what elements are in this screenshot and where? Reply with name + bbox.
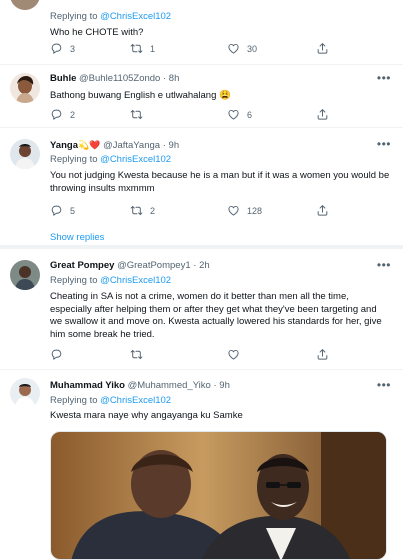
more-icon[interactable]: ••• — [377, 379, 391, 391]
more-icon[interactable]: ••• — [377, 259, 391, 271]
tweet[interactable]: Replying to @ChrisExcel102 Who he CHOTE … — [0, 0, 403, 65]
timestamp[interactable]: 9h — [169, 140, 180, 151]
heart-icon — [227, 204, 240, 217]
like-button[interactable]: 128 — [227, 204, 262, 217]
separator-dot: · — [193, 260, 197, 271]
tweet-text: Kwesta mara naye why angayanga ku Samke — [50, 410, 243, 421]
photo-image — [51, 432, 386, 559]
replying-to-label: Replying to — [50, 154, 101, 165]
separator-dot: · — [213, 380, 217, 391]
avatar[interactable] — [10, 73, 40, 103]
tweet-header: Muhammad Yiko @Muhammed_Yiko · 9h — [50, 380, 393, 392]
replying-to: Replying to @ChrisExcel102 — [50, 11, 393, 23]
mention-link[interactable]: @ChrisExcel102 — [100, 275, 171, 286]
heart-icon — [227, 108, 240, 121]
reply-icon — [50, 204, 63, 217]
tweet-text: You not judging Kwesta because he is a m… — [50, 170, 390, 194]
reply-icon — [50, 108, 63, 121]
share-icon — [316, 204, 329, 217]
share-button[interactable] — [316, 348, 329, 361]
reply-icon — [50, 42, 63, 55]
replying-to: Replying to @ChrisExcel102 — [50, 395, 393, 407]
mention-link[interactable]: @ChrisExcel102 — [100, 11, 171, 22]
reply-button[interactable]: 5 — [50, 204, 75, 217]
replying-to-label: Replying to — [50, 395, 101, 406]
tweet-text: Bathong buwang English e utlwahalang 😩 — [50, 90, 231, 101]
display-name[interactable]: Buhle — [50, 73, 76, 84]
avatar[interactable] — [10, 378, 40, 408]
tweet-text: Cheating in SA is not a crime, women do … — [50, 291, 382, 340]
mention-link[interactable]: @ChrisExcel102 — [100, 154, 171, 165]
retweet-button[interactable] — [130, 348, 150, 361]
reply-count: 5 — [70, 205, 76, 216]
show-replies-link[interactable]: Show replies — [50, 232, 104, 243]
reply-count: 2 — [70, 109, 76, 120]
retweet-button[interactable]: 2 — [130, 204, 155, 217]
tweet-header: Yanga💫❤️ @JaftaYanga · 9h — [50, 139, 393, 151]
reply-count: 3 — [70, 43, 76, 54]
avatar[interactable] — [10, 0, 40, 10]
share-icon — [316, 108, 329, 121]
tweet[interactable]: Yanga💫❤️ @JaftaYanga · 9h Replying to @C… — [0, 128, 403, 249]
separator-dot: · — [162, 73, 167, 84]
reply-icon — [50, 348, 63, 361]
user-handle[interactable]: @Muhammed_Yiko — [128, 380, 211, 391]
timestamp[interactable]: 8h — [169, 73, 180, 84]
mention-link[interactable]: @ChrisExcel102 — [100, 395, 171, 406]
like-button[interactable]: 6 — [227, 108, 252, 121]
reply-button[interactable]: 2 — [50, 108, 75, 121]
name-emoji: 💫❤️ — [78, 140, 101, 150]
tweet[interactable]: Great Pompey @GreatPompey1 · 2h Replying… — [0, 253, 403, 370]
reply-button[interactable] — [50, 348, 70, 361]
share-button[interactable] — [316, 204, 329, 217]
replying-to: Replying to @ChrisExcel102 — [50, 275, 393, 287]
display-name[interactable]: Muhammad Yiko — [50, 380, 125, 391]
replying-to: Replying to @ChrisExcel102 — [50, 154, 393, 166]
display-name[interactable]: Yanga — [50, 140, 78, 151]
retweet-icon — [130, 42, 143, 55]
avatar[interactable] — [10, 260, 40, 290]
retweet-icon — [130, 204, 143, 217]
timestamp[interactable]: 2h — [199, 260, 210, 271]
tweet-header: Great Pompey @GreatPompey1 · 2h — [50, 260, 393, 272]
retweet-button[interactable] — [130, 108, 150, 121]
retweet-icon — [130, 348, 143, 361]
heart-icon — [227, 42, 240, 55]
user-handle[interactable]: @GreatPompey1 — [117, 260, 191, 271]
share-icon — [316, 42, 329, 55]
tweet-photo[interactable] — [50, 431, 387, 560]
like-button[interactable] — [227, 348, 247, 361]
replying-to-label: Replying to — [50, 11, 101, 22]
more-icon[interactable]: ••• — [377, 138, 391, 150]
like-count: 6 — [247, 109, 253, 120]
reply-button[interactable]: 3 — [50, 42, 75, 55]
display-name[interactable]: Great Pompey — [50, 260, 114, 271]
retweet-count: 1 — [150, 43, 156, 54]
share-icon — [316, 348, 329, 361]
user-handle[interactable]: @JaftaYanga — [103, 140, 160, 151]
tweet-header: Buhle @Buhle1105Zondo · 8h — [50, 73, 393, 85]
heart-icon — [227, 348, 240, 361]
separator-dot: · — [162, 140, 166, 151]
avatar[interactable] — [10, 139, 40, 169]
share-button[interactable] — [316, 42, 329, 55]
retweet-button[interactable]: 1 — [130, 42, 155, 55]
user-handle[interactable]: @Buhle1105Zondo — [79, 73, 160, 84]
replying-to-label: Replying to — [50, 275, 101, 286]
like-button[interactable]: 30 — [227, 42, 257, 55]
more-icon[interactable]: ••• — [377, 72, 391, 84]
retweet-icon — [130, 108, 143, 121]
like-count: 128 — [247, 205, 263, 216]
tweet-text: Who he CHOTE with? — [50, 27, 144, 38]
timestamp[interactable]: 9h — [219, 380, 230, 391]
like-count: 30 — [247, 43, 258, 54]
retweet-count: 2 — [150, 205, 156, 216]
share-button[interactable] — [316, 108, 329, 121]
tweet[interactable]: Buhle @Buhle1105Zondo · 8h Bathong buwan… — [0, 65, 403, 128]
